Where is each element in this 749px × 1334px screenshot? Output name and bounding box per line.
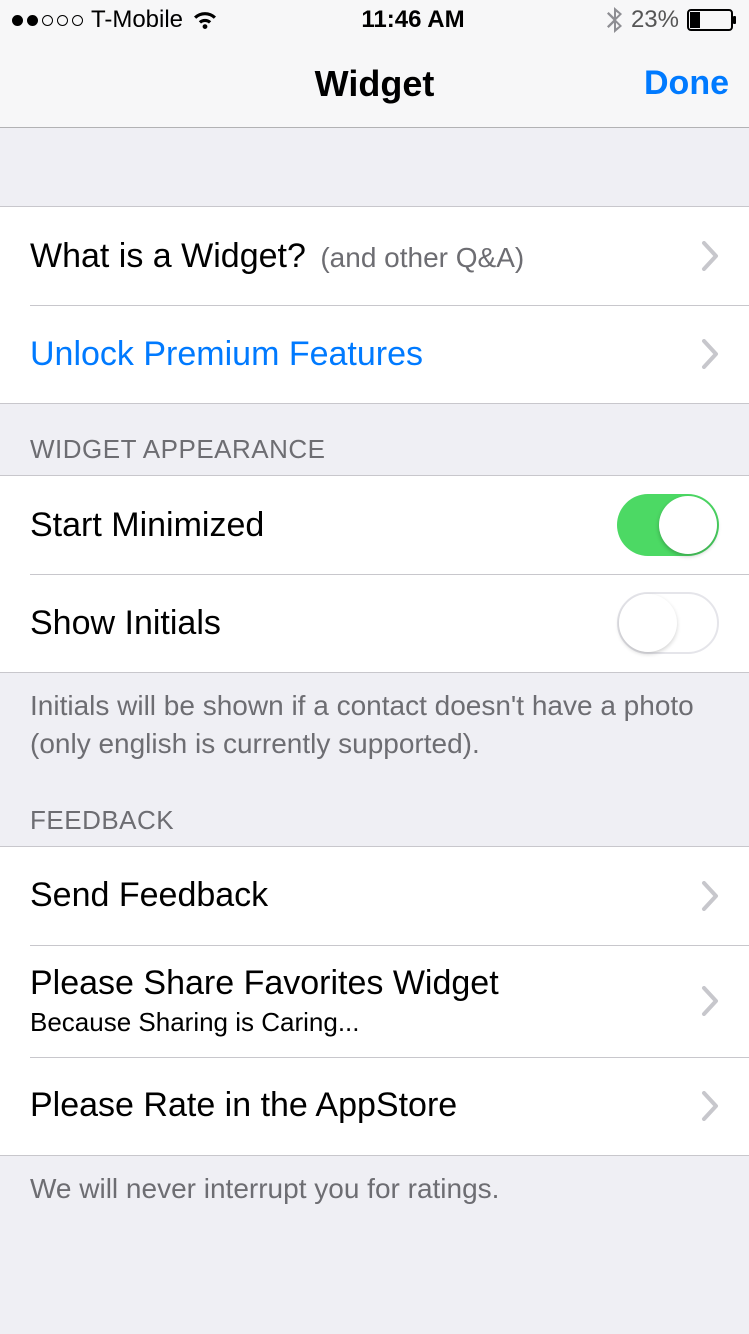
chevron-right-icon: [701, 339, 719, 369]
start-minimized-label: Start Minimized: [30, 506, 617, 545]
chevron-right-icon: [701, 986, 719, 1016]
appearance-section: Start Minimized Show Initials: [0, 475, 749, 673]
share-widget-sub: Because Sharing is Caring...: [30, 1007, 701, 1038]
signal-dots-icon: [12, 15, 83, 26]
appearance-header: WIDGET APPEARANCE: [0, 404, 749, 475]
carrier-label: T-Mobile: [91, 6, 183, 34]
chevron-right-icon: [701, 881, 719, 911]
status-time: 11:46 AM: [361, 6, 464, 34]
info-section: What is a Widget? (and other Q&A) Unlock…: [0, 206, 749, 404]
unlock-premium-label: Unlock Premium Features: [30, 335, 701, 374]
bluetooth-icon: [607, 7, 623, 33]
share-widget-row[interactable]: Please Share Favorites Widget Because Sh…: [0, 945, 749, 1057]
show-initials-label: Show Initials: [30, 604, 617, 643]
wifi-icon: [191, 9, 219, 31]
feedback-section: Send Feedback Please Share Favorites Wid…: [0, 846, 749, 1156]
feedback-footer: We will never interrupt you for ratings.: [0, 1156, 749, 1232]
start-minimized-row: Start Minimized: [0, 476, 749, 574]
nav-bar: Widget Done: [0, 40, 749, 128]
start-minimized-toggle[interactable]: [617, 494, 719, 556]
chevron-right-icon: [701, 1091, 719, 1121]
share-widget-label: Please Share Favorites Widget: [30, 964, 701, 1003]
done-button[interactable]: Done: [644, 64, 729, 103]
feedback-header: FEEDBACK: [0, 787, 749, 846]
status-left: T-Mobile: [12, 6, 219, 34]
page-title: Widget: [315, 63, 435, 105]
send-feedback-row[interactable]: Send Feedback: [0, 847, 749, 945]
status-bar: T-Mobile 11:46 AM 23%: [0, 0, 749, 40]
what-is-widget-row[interactable]: What is a Widget? (and other Q&A): [0, 207, 749, 305]
send-feedback-label: Send Feedback: [30, 876, 701, 915]
rate-appstore-row[interactable]: Please Rate in the AppStore: [0, 1057, 749, 1155]
unlock-premium-row[interactable]: Unlock Premium Features: [0, 305, 749, 403]
status-right: 23%: [607, 6, 737, 34]
battery-icon: [687, 9, 737, 31]
rate-appstore-label: Please Rate in the AppStore: [30, 1086, 701, 1125]
what-is-widget-label: What is a Widget?: [30, 237, 306, 275]
show-initials-row: Show Initials: [0, 574, 749, 672]
appearance-footer: Initials will be shown if a contact does…: [0, 673, 749, 787]
show-initials-toggle[interactable]: [617, 592, 719, 654]
battery-percent: 23%: [631, 6, 679, 34]
chevron-right-icon: [701, 241, 719, 271]
what-is-widget-sub: (and other Q&A): [320, 242, 524, 273]
spacer: [0, 128, 749, 206]
